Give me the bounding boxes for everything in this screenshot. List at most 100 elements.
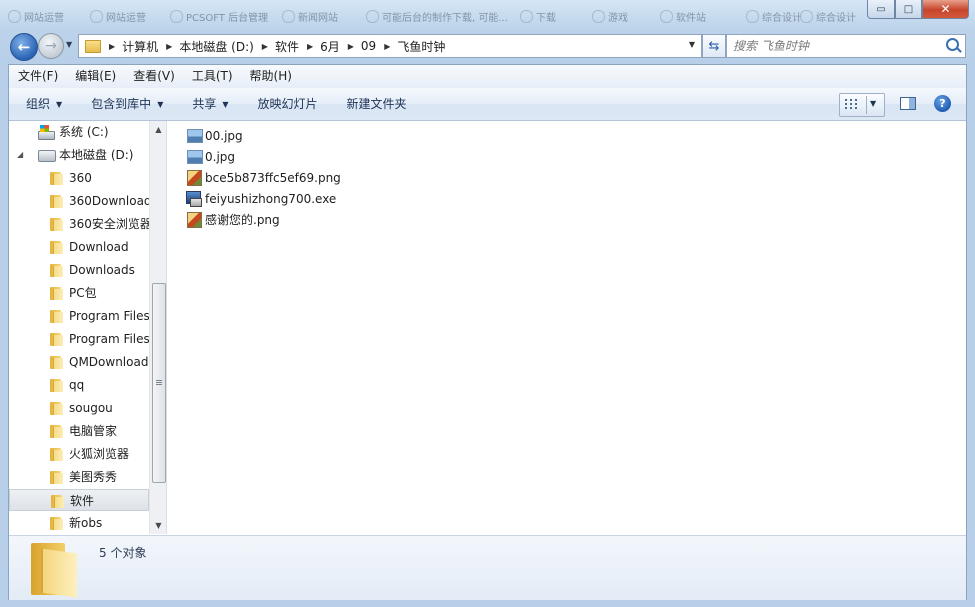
minimize-button[interactable]: ▭ [867, 0, 895, 19]
background-tab: 游戏 [592, 9, 628, 24]
breadcrumb-item[interactable]: 6月 [320, 38, 340, 55]
refresh-button[interactable]: ⇆ [702, 34, 726, 58]
preview-pane-icon[interactable] [900, 97, 916, 110]
command-button[interactable]: 组织 ▼ [9, 88, 74, 120]
tab-label: 综合设计 [816, 13, 856, 24]
tab-icon [366, 10, 379, 23]
tree-item[interactable]: Download [9, 236, 149, 258]
tree-item-label: 系统 (C:) [59, 125, 109, 139]
command-button[interactable]: 放映幻灯片 [241, 88, 330, 120]
recent-pages-dropdown[interactable]: ▼ [66, 40, 72, 49]
tree-item[interactable]: 360 [9, 167, 149, 189]
system-drive-icon [38, 125, 55, 140]
tree-item[interactable]: 新obs [9, 512, 149, 534]
tree-item[interactable]: qq [9, 374, 149, 396]
close-button[interactable]: ✕ [922, 0, 969, 19]
background-tab: 综合设计 [746, 9, 802, 24]
tree-item[interactable]: 电脑管家 [9, 420, 149, 442]
tree-item[interactable]: sougou [9, 397, 149, 419]
breadcrumb-chevron-icon[interactable]: ▶ [109, 42, 115, 51]
window-controls: ▭ □ ✕ [867, 0, 969, 20]
exe-icon [186, 191, 202, 207]
maximize-button[interactable]: □ [895, 0, 922, 19]
menu-item[interactable]: 文件(F) [9, 65, 66, 88]
tree-item[interactable]: Program Files [9, 305, 149, 327]
folder-icon [49, 378, 63, 392]
collapse-arrow-icon[interactable]: ◢ [17, 144, 23, 166]
folder-icon [49, 263, 63, 277]
search-input[interactable] [731, 37, 943, 55]
menu-item[interactable]: 帮助(H) [241, 65, 300, 88]
breadcrumb-chevron-icon[interactable]: ▶ [262, 42, 268, 51]
tab-label: 游戏 [608, 13, 628, 24]
tree-item-label: 360安全浏览器 [69, 217, 149, 231]
breadcrumb-item[interactable]: 飞鱼时钟 [397, 38, 445, 55]
object-count: 5 个对象 [99, 546, 147, 560]
breadcrumb-chevron-icon[interactable]: ▶ [166, 42, 172, 51]
tree-item[interactable]: 火狐浏览器 [9, 443, 149, 465]
tab-icon [90, 10, 103, 23]
breadcrumb-item[interactable]: 软件 [275, 38, 299, 55]
tree-item-label: sougou [69, 401, 113, 415]
breadcrumb-chevron-icon[interactable]: ▶ [348, 42, 354, 51]
folder-icon [49, 286, 63, 300]
tree-item[interactable]: ◢ 本地磁盘 (D:) [9, 144, 149, 166]
help-icon[interactable]: ? [934, 95, 951, 112]
menu-item[interactable]: 编辑(E) [66, 65, 124, 88]
command-label: 共享 [192, 97, 217, 111]
command-label: 组织 [26, 97, 51, 111]
folder-icon [49, 332, 63, 346]
arrow-right-icon: → [45, 38, 57, 54]
chevron-down-icon[interactable]: ▼ [870, 99, 876, 108]
tree-item[interactable]: 软件 [9, 489, 149, 511]
tree-item[interactable]: 360安全浏览器 [9, 213, 149, 235]
scroll-up-button[interactable]: ▲ [150, 121, 166, 138]
tree-item-label: 软件 [70, 494, 95, 508]
tree-item-label: 本地磁盘 (D:) [59, 148, 134, 162]
back-button[interactable]: ← [10, 33, 38, 61]
tree-item-label: Downloads [69, 263, 135, 277]
command-label: 包含到库中 [91, 97, 152, 111]
tab-icon [282, 10, 295, 23]
tree-item[interactable]: Downloads [9, 259, 149, 281]
search-icon[interactable] [946, 38, 959, 51]
folder-icon [49, 355, 63, 369]
background-tab: 可能后台的制作下载, 可能... [366, 9, 508, 24]
png-icon [187, 212, 202, 228]
address-history-dropdown[interactable]: ▼ [689, 40, 695, 49]
breadcrumb-chevron-icon[interactable]: ▶ [384, 42, 390, 51]
tab-icon [660, 10, 673, 23]
scroll-thumb[interactable] [152, 283, 166, 483]
menu-item[interactable]: 工具(T) [183, 65, 241, 88]
tree-item-label: 火狐浏览器 [69, 447, 130, 461]
tree-item[interactable]: QMDownload [9, 351, 149, 373]
command-button[interactable]: 新建文件夹 [330, 88, 419, 120]
tree-item-label: 新obs [69, 516, 103, 530]
command-button[interactable]: 包含到库中 ▼ [74, 88, 175, 120]
tree-item[interactable]: 系统 (C:) [9, 121, 149, 143]
nav-scrollbar[interactable]: ▲ ▼ [149, 121, 166, 534]
command-button[interactable]: 共享 ▼ [175, 88, 240, 120]
background-tab: 网站运营 [90, 9, 146, 24]
breadcrumb-item[interactable]: 本地磁盘 (D:) [179, 38, 253, 55]
forward-button[interactable]: → [38, 33, 64, 59]
tree-item[interactable]: 360Downloads [9, 190, 149, 212]
tree-item[interactable]: 美图秀秀 [9, 466, 149, 488]
scroll-down-button[interactable]: ▼ [150, 517, 166, 534]
breadcrumb-item[interactable]: 09 [361, 39, 376, 53]
tree-item[interactable]: PC包 [9, 282, 149, 304]
drive-icon [38, 150, 56, 162]
breadcrumb-item[interactable]: 计算机 [122, 38, 158, 55]
tree-item-label: 360Downloads [69, 194, 149, 208]
folder-icon [49, 240, 63, 254]
explorer-body: 文件(F) 编辑(E) 查看(V) 工具(T) 帮助(H) 组织 ▼ 包含到库中 ▼ 共享 ▼ 放映… [8, 64, 967, 600]
change-view-button[interactable]: ▼ [839, 93, 885, 117]
tab-label: 软件站 [676, 13, 706, 24]
address-bar[interactable]: ▶ 计算机 ▶ 本地磁盘 (D:) ▶ 软件 ▶ 6月 ▶ 09 ▶ 飞鱼时钟 ▼ [78, 34, 702, 58]
folder-icon [49, 194, 63, 208]
breadcrumb-chevron-icon[interactable]: ▶ [307, 42, 313, 51]
menu-item[interactable]: 查看(V) [124, 65, 183, 88]
tree-item[interactable]: Program Files [9, 328, 149, 350]
details-pane: 5 个对象 [9, 535, 966, 600]
tab-icon [8, 10, 21, 23]
